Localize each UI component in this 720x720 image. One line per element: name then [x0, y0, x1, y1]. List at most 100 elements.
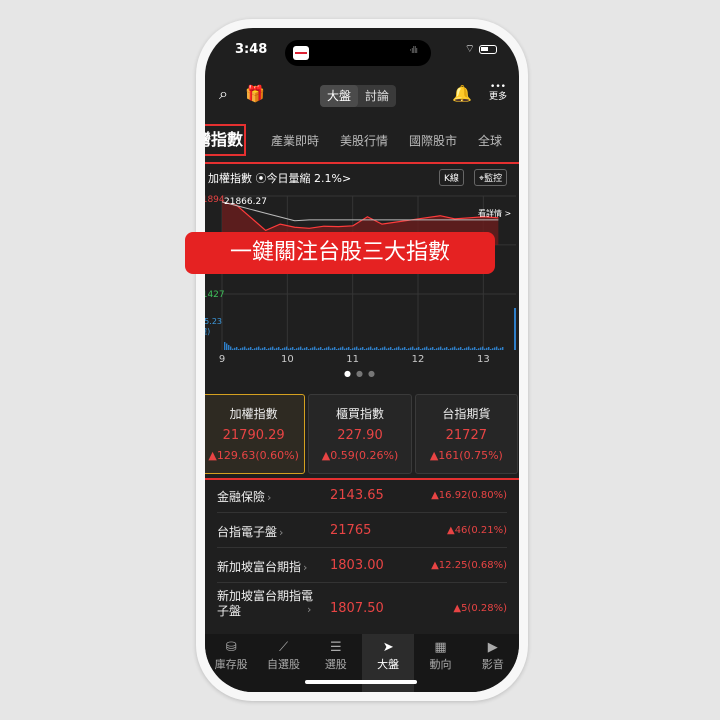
item-name: 金融保險: [217, 490, 266, 504]
volume-bar: [500, 347, 502, 350]
volume-note[interactable]: ⦿今日量縮 2.1%>: [256, 172, 352, 185]
volume-bar: [416, 347, 418, 350]
bell-icon[interactable]: 🔔: [452, 84, 472, 103]
volume-bar: [248, 347, 250, 350]
index-tabs: 台灣指數 產業即時 美股行情 國際股市 全球: [205, 118, 519, 158]
volume-bar: [256, 347, 258, 350]
volume-bar: [472, 347, 474, 350]
card-taiex[interactable]: 加權指數 21790.29 ▲129.63(0.60%): [205, 394, 306, 474]
volume-bar: [360, 347, 362, 350]
more-label: 更多: [488, 92, 507, 102]
volume-bar: [234, 347, 236, 350]
volume-bar: [370, 346, 372, 350]
volume-bar: [318, 347, 320, 350]
tab-us-stocks[interactable]: 美股行情: [340, 132, 388, 149]
status-time: 3:48: [235, 42, 268, 57]
volume-bar: [326, 347, 328, 350]
volume-bar: [390, 347, 392, 350]
volume-bar: [300, 346, 302, 350]
card-name: 台指期貨: [442, 407, 491, 421]
card-change: ▲129.63(0.60%): [208, 449, 299, 462]
volume-bar: [332, 347, 334, 350]
nav-watchlist[interactable]: ⟋ 自選股: [257, 634, 309, 692]
x-tick-label: 12: [412, 354, 425, 365]
volume-bar: [296, 348, 298, 350]
volume-bar: [450, 348, 452, 350]
status-icons: ⌔: [465, 42, 497, 56]
index-list: 金融保險 › 2143.65 ▲16.92(0.80%) 台指電子盤 › 21765…: [205, 478, 519, 635]
list-item[interactable]: 台指電子盤 › 21765 ▲46(0.21%): [217, 513, 507, 548]
list-item[interactable]: 金融保險 › 2143.65 ▲16.92(0.80%): [217, 478, 507, 513]
volume-bar: [242, 347, 244, 350]
seg-discussion[interactable]: 討論: [358, 85, 396, 107]
volume-bar: [376, 347, 378, 350]
volume-bar: [514, 308, 516, 350]
x-tick-label: 13: [477, 354, 490, 365]
volume-bar: [384, 346, 386, 350]
volume-bar: [308, 349, 310, 350]
volume-bar: [238, 349, 240, 350]
gift-icon[interactable]: 🎁: [245, 84, 265, 103]
volume-bar: [334, 347, 336, 350]
volume-bar: [356, 346, 358, 350]
app-header: ⌕ 🎁 大盤 討論 🔔 ••• 更多: [205, 78, 519, 114]
play-icon: ▶: [487, 640, 498, 655]
wifi-icon: ⌔: [464, 42, 475, 55]
volume-bar: [320, 347, 322, 350]
volume-bar: [254, 348, 256, 350]
tab-international[interactable]: 國際股市: [409, 132, 457, 149]
search-icon[interactable]: ⌕: [219, 84, 228, 104]
intraday-chart[interactable]: 91011121321894216612142721866.2721717.52…: [205, 188, 519, 368]
kline-button[interactable]: K線: [439, 169, 464, 186]
chart-title[interactable]: 加權指數: [208, 172, 252, 185]
card-value: 227.90: [337, 428, 383, 443]
volume-bar: [358, 348, 360, 350]
volume-bar: [400, 348, 402, 350]
volume-bar: [372, 348, 374, 350]
item-name: 新加坡富台期指: [217, 560, 302, 574]
item-change: ▲46(0.21%): [447, 525, 507, 536]
list-item[interactable]: 新加坡富台期指 › 1803.00 ▲12.25(0.68%): [217, 548, 507, 583]
volume-bar: [392, 349, 394, 350]
volume-bar: [322, 349, 324, 350]
more-button[interactable]: ••• 更多: [489, 82, 507, 102]
volume-bar: [502, 347, 504, 350]
recording-icon: [293, 46, 309, 60]
volume-bar: [428, 348, 430, 350]
tab-global[interactable]: 全球: [478, 132, 502, 149]
chevron-right-icon: ›: [303, 561, 308, 574]
volume-bar: [274, 348, 276, 350]
coins-icon: ⛁: [225, 640, 237, 655]
list-item[interactable]: 新加坡富台期指電子盤 › 1807.50 ▲5(0.28%): [217, 583, 507, 635]
volume-bar: [476, 349, 478, 350]
volume-bar: [272, 346, 274, 350]
chevron-right-icon: ›: [307, 603, 312, 616]
card-otc[interactable]: 櫃買指數 227.90 ▲0.59(0.26%): [308, 394, 412, 474]
index-chart-panel: 加權指數 ⦿今日量縮 2.1%> K線 ⌖監控 9 10 11 12 13 21894 21…: [205, 162, 519, 480]
page-dots: ●●●: [344, 369, 380, 378]
navigation-arrow-icon: ➤: [382, 640, 394, 655]
phone-frame: 3:48 ·ıllı ⌔ ⌕ 🎁 大盤 討論 🔔 ••• 更多 台灣指數: [196, 19, 528, 701]
volume-bar: [408, 348, 410, 350]
watch-button[interactable]: ⌖監控: [474, 169, 508, 186]
volume-bar: [288, 348, 290, 350]
volume-bar: [328, 346, 330, 350]
card-change: ▲161(0.75%): [429, 449, 503, 462]
nav-video[interactable]: ▶ 影音: [467, 634, 519, 692]
volume-bar: [456, 348, 458, 350]
tab-taiwan-index[interactable]: 台灣指數: [205, 124, 246, 156]
nav-holdings[interactable]: ⛁ 庫存股: [205, 634, 257, 692]
volume-bar: [282, 348, 284, 350]
volume-bar: [252, 349, 254, 350]
item-price: 1807.50: [330, 601, 384, 616]
nav-trends[interactable]: ▦ 動向: [414, 634, 466, 692]
volume-bar: [434, 349, 436, 350]
volume-bar: [350, 349, 352, 350]
volume-bar: [436, 348, 438, 350]
seg-market[interactable]: 大盤: [320, 85, 358, 107]
tab-industry[interactable]: 產業即時: [271, 132, 319, 149]
volume-bar: [422, 348, 424, 350]
card-name: 櫃買指數: [335, 407, 384, 421]
card-futures[interactable]: 台指期貨 21727 ▲161(0.75%): [414, 394, 518, 474]
volume-bar: [342, 346, 344, 350]
